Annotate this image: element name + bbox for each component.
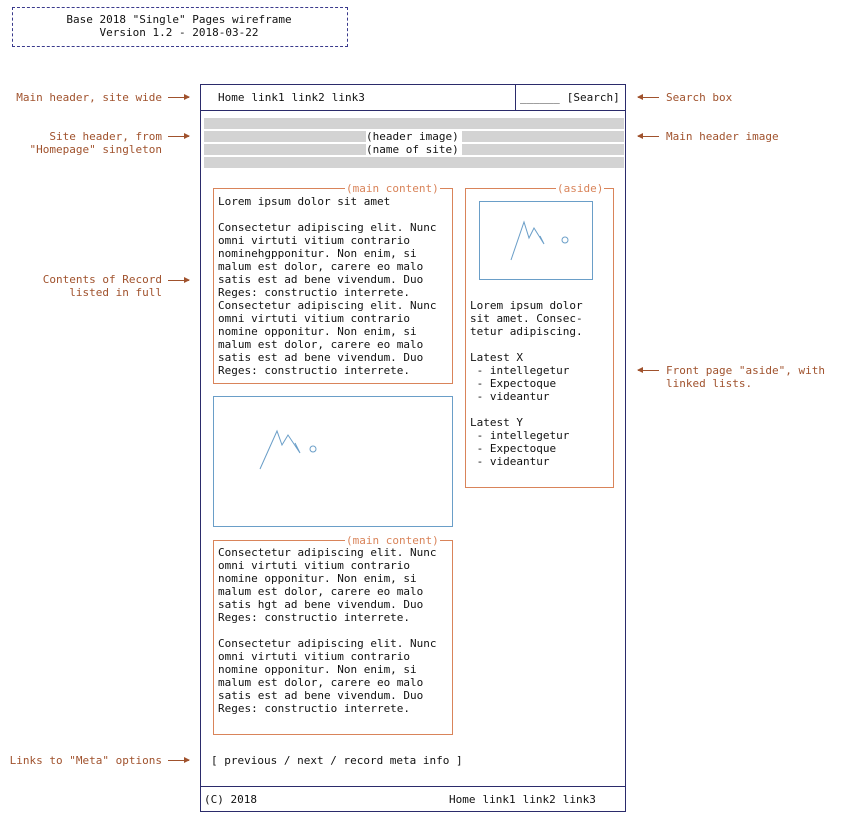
title-line-2: Version 1.2 - 2018-03-22: [99, 26, 259, 39]
aside-list-y-item[interactable]: - intellegetur: [470, 429, 570, 442]
nav-link1[interactable]: link1: [252, 91, 285, 104]
arrow-front-aside: [637, 367, 659, 373]
footer-nav-link3[interactable]: link3: [563, 793, 596, 806]
aside-text: Lorem ipsum dolor sit amet. Consec- tetu…: [470, 299, 583, 338]
aside-list-x-item[interactable]: - videantur: [470, 390, 569, 403]
footer-nav: Home link1 link2 link3: [449, 793, 596, 806]
meta-links[interactable]: [ previous / next / record meta info ]: [211, 754, 463, 767]
search-divider: [515, 84, 516, 110]
site-name-label: (name of site): [366, 143, 459, 156]
mountain-image-icon: [259, 429, 317, 470]
footer-divider: [200, 786, 626, 787]
main-content-legend-1: (main content): [345, 182, 440, 195]
search-button[interactable]: [Search]: [567, 91, 620, 104]
aside-list-y-title: Latest Y: [470, 416, 523, 429]
footer-copyright: (C) 2018: [204, 793, 257, 806]
aside-list-y: Latest Y - intellegetur - Expectoque - v…: [470, 416, 569, 468]
site-name-bar-right: [462, 144, 624, 155]
main-nav: Home link1 link2 link3: [218, 91, 365, 104]
arrow-site-header: [168, 133, 190, 139]
diagram-title: Base 2018 "Single" Pages wireframe Versi…: [12, 13, 346, 39]
annotation-meta-links: Links to "Meta" options: [9, 754, 162, 767]
aside-list-x: Latest X - intellegetur - Expectoque - v…: [470, 351, 569, 403]
header-divider: [200, 110, 626, 111]
annotation-site-header: Site header, from "Homepage" singleton: [29, 130, 162, 156]
header-image-label: (header image): [366, 130, 459, 143]
arrow-search-box: [637, 94, 659, 100]
annotation-front-aside: Front page "aside", with linked lists.: [666, 364, 825, 390]
footer-nav-link2[interactable]: link2: [523, 793, 556, 806]
annotation-main-header-image: Main header image: [666, 130, 779, 143]
aside-list-y-item[interactable]: - videantur: [470, 455, 569, 468]
aside-image-placeholder: [479, 201, 593, 280]
footer-nav-home[interactable]: Home: [449, 793, 476, 806]
aside-legend: (aside): [556, 182, 605, 195]
footer-nav-link1[interactable]: link1: [483, 793, 516, 806]
header-image-bar-top: [204, 118, 624, 129]
header-image-bar-left: [204, 131, 366, 142]
arrow-main-header-image: [637, 133, 659, 139]
annotation-main-header: Main header, site wide: [16, 91, 162, 104]
nav-home[interactable]: Home: [218, 91, 245, 104]
annotation-contents: Contents of Record listed in full: [42, 273, 162, 299]
header-image-bar-bottom: [204, 157, 624, 168]
header-image-bar-right: [462, 131, 624, 142]
arrow-main-header: [168, 94, 190, 100]
main-content-text-2: Consectetur adipiscing elit. Nunc omni v…: [218, 546, 437, 715]
mountain-image-icon: [510, 220, 569, 261]
site-name-bar-left: [204, 144, 366, 155]
aside-list-y-item[interactable]: - Expectoque: [470, 442, 569, 455]
aside-list-x-title: Latest X: [470, 351, 523, 364]
arrow-contents: [168, 277, 190, 283]
annotation-search-box: Search box: [666, 91, 733, 104]
arrow-meta-links: [168, 757, 190, 763]
main-content-text-1: Lorem ipsum dolor sit amet Consectetur a…: [218, 195, 437, 377]
title-line-1: Base 2018 "Single" Pages wireframe: [66, 13, 292, 26]
aside-list-x-item[interactable]: - intellegetur: [470, 364, 570, 377]
nav-link2[interactable]: link2: [292, 91, 325, 104]
nav-link3[interactable]: link3: [332, 91, 365, 104]
aside-list-x-item[interactable]: - Expectoque: [470, 377, 569, 390]
search-input[interactable]: ______: [520, 91, 560, 104]
main-image-placeholder: [213, 396, 453, 527]
search-box: ______ [Search]: [520, 91, 620, 104]
